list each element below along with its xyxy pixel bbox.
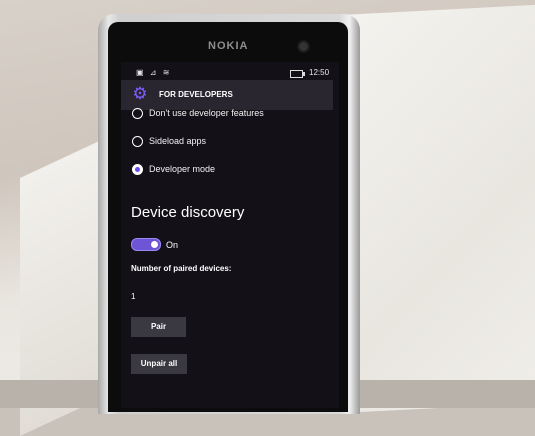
battery-icon (290, 70, 305, 78)
gear-icon: ⚙ (132, 84, 148, 103)
signal-icon: ⊿ (149, 68, 159, 77)
front-camera (299, 42, 308, 51)
paired-devices-label: Number of paired devices: (131, 264, 232, 273)
wifi-icon: ≋ (162, 68, 172, 77)
option-label: Sideload apps (149, 136, 207, 146)
unpair-all-button[interactable]: Unpair all (131, 354, 187, 374)
page-header: ⚙ FOR DEVELOPERS (121, 80, 333, 110)
sim-icon: ▣ (136, 68, 146, 77)
device-discovery-toggle[interactable] (131, 238, 161, 251)
option-label: Developer mode (149, 164, 216, 174)
radio-button[interactable] (132, 136, 143, 147)
radio-button[interactable] (132, 108, 143, 119)
paired-devices-count: 1 (131, 292, 136, 301)
background-box-right (330, 4, 535, 414)
page-title: FOR DEVELOPERS (159, 90, 233, 99)
status-time: 12:50 (309, 68, 330, 77)
status-icons: ▣ ⊿ ≋ (136, 68, 171, 77)
option-label: Don't use developer features (149, 108, 264, 118)
toggle-knob (151, 241, 158, 248)
toggle-state-label: On (166, 240, 179, 250)
pair-button[interactable]: Pair (131, 317, 186, 337)
brand-logo: NOKIA (208, 40, 249, 52)
radio-button-selected[interactable] (132, 164, 143, 175)
status-bar: ▣ ⊿ ≋ 12:50 (121, 68, 339, 80)
section-title-device-discovery: Device discovery (131, 204, 245, 221)
phone-screen: ▣ ⊿ ≋ 12:50 ⚙ FOR DEVELOPERS Don't use d… (121, 62, 339, 408)
